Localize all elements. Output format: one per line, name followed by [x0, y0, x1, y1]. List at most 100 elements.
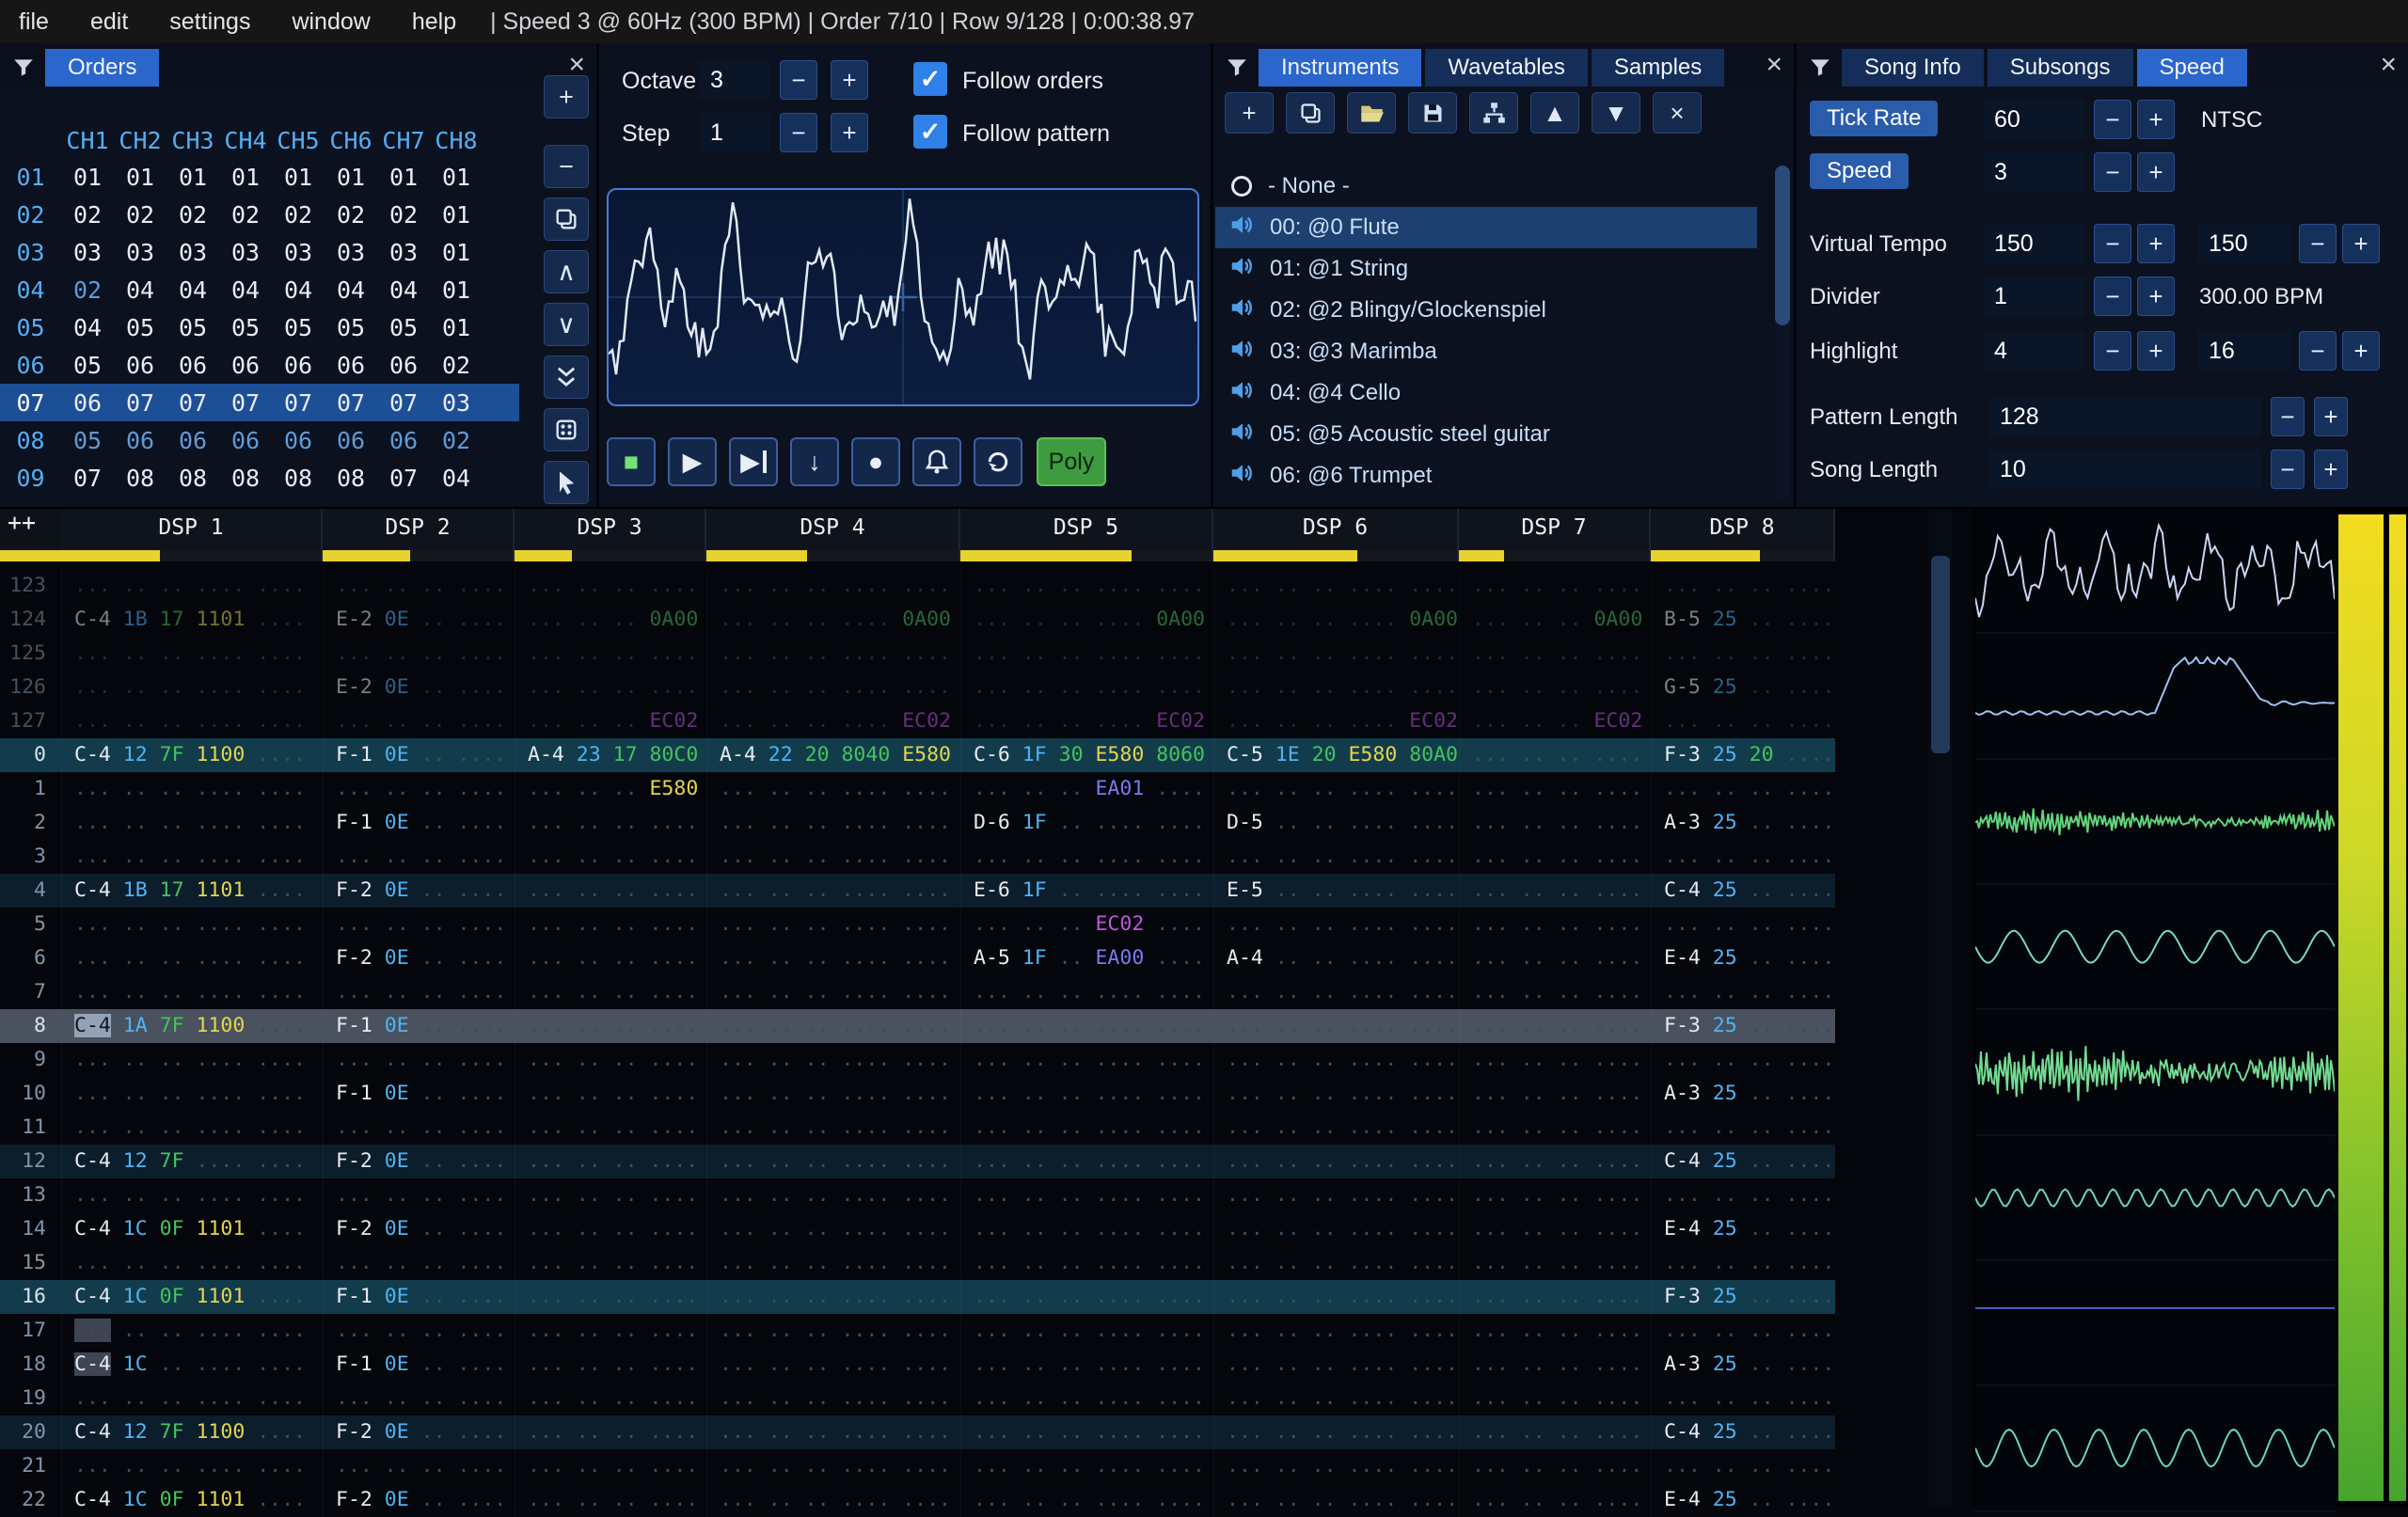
pattern-cell[interactable]: ... .. .. .... ....: [1213, 1077, 1459, 1111]
move-order-down-button[interactable]: ∨: [544, 303, 589, 346]
order-cell[interactable]: 01: [325, 164, 377, 191]
tab-speed[interactable]: Speed: [2136, 49, 2247, 87]
order-cell[interactable]: 05: [61, 427, 114, 454]
pattern-cell[interactable]: ... .. .. ....: [515, 1348, 706, 1382]
pattern-cell[interactable]: ... .. .. .... ....: [960, 671, 1213, 704]
order-row[interactable]: 08 05 06 06 06 06 06 06 02: [0, 421, 519, 459]
pattern-cell[interactable]: C-4 1B 17 1101 ....: [61, 603, 323, 637]
pattern-cell[interactable]: A-3 25 .. ....: [1651, 1348, 1835, 1382]
pattern-cell[interactable]: A-3 25 .. ....: [1651, 1077, 1835, 1111]
order-cell[interactable]: 02: [430, 427, 483, 454]
order-cell[interactable]: 01: [377, 164, 430, 191]
pattern-cell[interactable]: ... .. .. ....: [323, 772, 515, 806]
pattern-row[interactable]: 17... .. .. .... ....... .. .. ....... .…: [0, 1314, 1835, 1348]
pattern-cell[interactable]: ... .. .. .... ....: [1213, 671, 1459, 704]
order-cell[interactable]: 06: [219, 352, 272, 379]
pattern-row[interactable]: 15... .. .. .... ....... .. .. ....... .…: [0, 1246, 1835, 1280]
order-cell[interactable]: 04: [430, 465, 483, 492]
song-length-input[interactable]: 10: [1988, 450, 2261, 489]
pattern-cell[interactable]: ... .. .. ....: [323, 1449, 515, 1483]
channel-header-3[interactable]: DSP 3: [515, 509, 706, 561]
pattern-cell[interactable]: ... .. .. ....: [515, 1314, 706, 1348]
order-row[interactable]: 01 01 01 01 01 01 01 01 01: [0, 158, 519, 196]
pattern-cell[interactable]: ... .. .. ....: [1651, 908, 1835, 941]
pattern-cell[interactable]: ... .. .. ....: [323, 1043, 515, 1077]
channel-header-4[interactable]: DSP 4: [706, 509, 960, 561]
pattern-cell[interactable]: C-4 1C 0F 1101 ....: [61, 1483, 323, 1517]
pattern-cell[interactable]: ... .. .. .... ....: [61, 704, 323, 738]
pattern-cell[interactable]: ... .. .. ....: [1459, 569, 1651, 603]
pattern-corner[interactable]: ++: [0, 509, 61, 561]
pattern-cell[interactable]: ... .. .. .... ....: [1213, 1111, 1459, 1145]
channel-header-7[interactable]: DSP 7: [1459, 509, 1651, 561]
pattern-cell[interactable]: ... .. .. .... ....: [706, 908, 960, 941]
order-row-index[interactable]: 06: [0, 352, 61, 379]
pattern-cell[interactable]: ... .. .. ....: [1651, 1382, 1835, 1415]
pattern-cell[interactable]: ... .. .. .... ....: [960, 1449, 1213, 1483]
pattern-cell[interactable]: ... .. .. .... ....: [1213, 1314, 1459, 1348]
channel-header-8[interactable]: DSP 8: [1651, 509, 1835, 561]
order-cell[interactable]: 02: [61, 277, 114, 304]
order-edit-mode-button[interactable]: [544, 461, 589, 504]
pattern-cell[interactable]: ... .. .. .... ....: [960, 1111, 1213, 1145]
pattern-cell[interactable]: ... .. .. .... ....: [61, 569, 323, 603]
pattern-cell[interactable]: E-4 25 .. ....: [1651, 1212, 1835, 1246]
pattern-cell[interactable]: ... .. .. .... ....: [61, 941, 323, 975]
pattern-cell[interactable]: E-4 25 .. ....: [1651, 941, 1835, 975]
pattern-cell[interactable]: ... .. .. .... ....: [1213, 1145, 1459, 1178]
pattern-cell[interactable]: ... .. .. ....: [1459, 671, 1651, 704]
pattern-cell[interactable]: ... .. .. ....: [515, 1111, 706, 1145]
pattern-row[interactable]: 10... .. .. .... .... F-1 0E .. ....... .…: [0, 1077, 1835, 1111]
pattern-length-decrease-button[interactable]: −: [2271, 397, 2305, 436]
pattern-cell[interactable]: ... .. .. ....: [1651, 704, 1835, 738]
pattern-cell[interactable]: ... .. .. .... ....: [706, 1145, 960, 1178]
pattern-cell[interactable]: ... .. .. .... ....: [706, 671, 960, 704]
pattern-row[interactable]: 124 C-4 1B 17 1101 .... E-2 0E .. ....... …: [0, 603, 1835, 637]
order-row-index[interactable]: 05: [0, 314, 61, 341]
order-cell[interactable]: 06: [272, 427, 325, 454]
pattern-cell[interactable]: ... .. .. .... ....: [61, 1314, 323, 1348]
instrument-list-scrollbar[interactable]: [1775, 166, 1790, 499]
pattern-cell[interactable]: ... .. .. ....: [323, 569, 515, 603]
channel-header-5[interactable]: DSP 5: [960, 509, 1213, 561]
pattern-cell[interactable]: ... .. .. ....: [515, 637, 706, 671]
pattern-cell[interactable]: C-4 12 7F 1100 ....: [61, 738, 323, 772]
menu-item-settings[interactable]: settings: [169, 8, 250, 36]
order-cell[interactable]: 06: [166, 352, 219, 379]
order-cell[interactable]: 04: [219, 277, 272, 304]
step-increase-button[interactable]: +: [831, 113, 868, 152]
order-cell[interactable]: 03: [430, 389, 483, 417]
speed-decrease-button[interactable]: −: [2094, 152, 2131, 192]
pattern-cell[interactable]: ... .. .. .... ....: [1213, 1280, 1459, 1314]
pattern-cell[interactable]: ... .. .. .... ....: [61, 840, 323, 874]
add-order-button[interactable]: +: [544, 75, 589, 119]
instrument-none-item[interactable]: - None -: [1215, 166, 1757, 207]
pattern-cell[interactable]: ... .. .. .... ....: [706, 637, 960, 671]
pattern-cell[interactable]: ... .. .. .... ....: [706, 941, 960, 975]
order-row[interactable]: 07 06 07 07 07 07 07 07 03: [0, 384, 519, 421]
pattern-row[interactable]: 7... .. .. .... ....... .. .. ....... ..…: [0, 975, 1835, 1009]
pattern-cell[interactable]: ... .. .. ....: [1459, 908, 1651, 941]
pattern-cell[interactable]: ... .. .. ....: [1459, 1178, 1651, 1212]
pattern-cell[interactable]: E-5 .. .. .... ....: [1213, 874, 1459, 908]
pattern-cell[interactable]: ... .. .. ....: [323, 1178, 515, 1212]
pattern-cell[interactable]: ... .. .. ....: [1459, 1246, 1651, 1280]
highlight-second-decrease-button[interactable]: −: [2299, 331, 2337, 371]
pattern-cell[interactable]: ... .. .. ....: [323, 840, 515, 874]
order-row-index[interactable]: 02: [0, 201, 61, 229]
pattern-cell[interactable]: ... .. .. .... EC02: [706, 704, 960, 738]
order-cell[interactable]: 06: [114, 352, 166, 379]
virtual-tempo-den-increase-button[interactable]: +: [2342, 224, 2380, 263]
pattern-cell[interactable]: ... .. .. ....: [1459, 1280, 1651, 1314]
order-cell[interactable]: 02: [166, 201, 219, 229]
pattern-length-input[interactable]: 128: [1988, 397, 2261, 436]
pattern-cell[interactable]: C-6 1F 30 E580 8060: [960, 738, 1213, 772]
pattern-row[interactable]: 3... .. .. .... ....... .. .. ....... ..…: [0, 840, 1835, 874]
pattern-cell[interactable]: A-4 23 17 80C0: [515, 738, 706, 772]
order-cell[interactable]: 02: [219, 201, 272, 229]
pattern-cell[interactable]: ... .. .. .... ....: [61, 1382, 323, 1415]
menu-item-edit[interactable]: edit: [90, 8, 128, 36]
pattern-cell[interactable]: C-4 1B 17 1101 ....: [61, 874, 323, 908]
tab-subsongs[interactable]: Subsongs: [1987, 49, 2133, 87]
instrument-list-item[interactable]: 06: @6 Trumpet: [1215, 455, 1757, 497]
